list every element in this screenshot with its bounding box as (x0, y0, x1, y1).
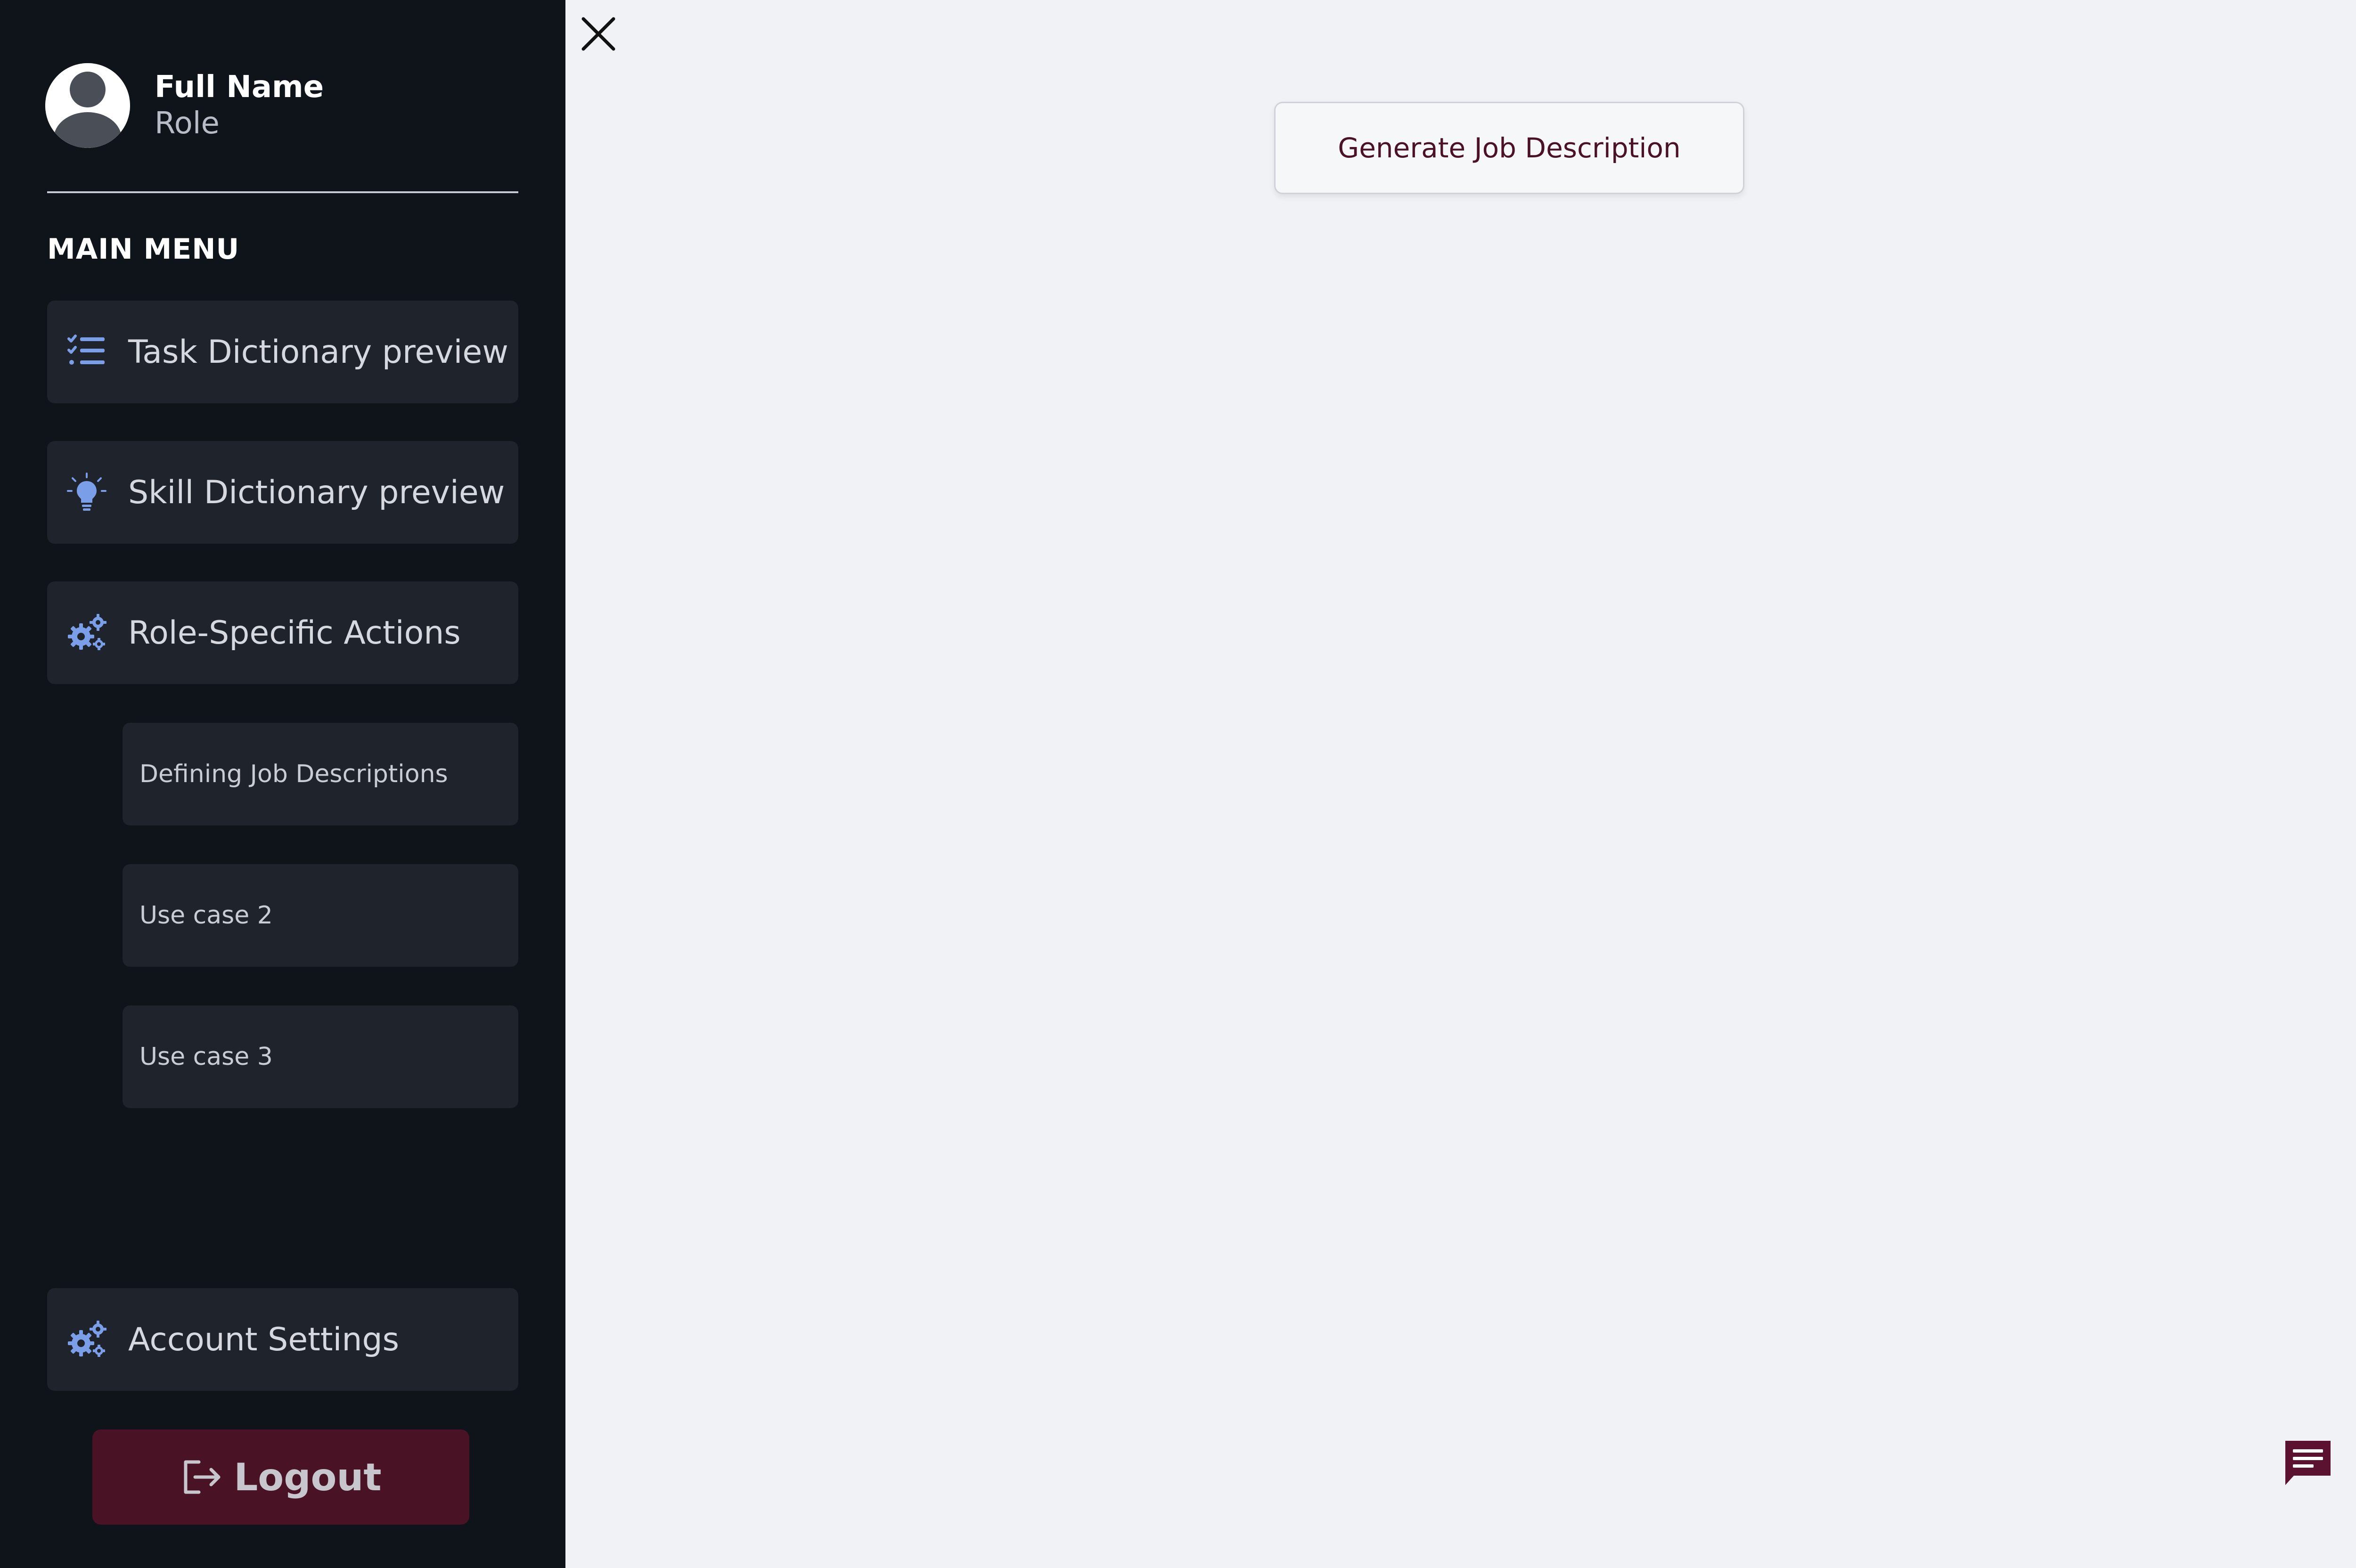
sub-item-label: Use case 3 (139, 1043, 273, 1071)
sub-item-use-case-2[interactable]: Use case 2 (123, 864, 518, 967)
sidebar-item-label: Account Settings (128, 1321, 400, 1358)
profile-text: Full Name Role (155, 69, 324, 142)
gears-icon (66, 612, 107, 653)
chat-icon (2285, 1441, 2331, 1485)
logout-button[interactable]: Logout (92, 1429, 469, 1525)
chat-button[interactable] (2282, 1438, 2333, 1489)
user-avatar-icon (45, 63, 130, 148)
sub-item-defining-job-descriptions[interactable]: Defining Job Descriptions (123, 723, 518, 825)
sidebar-item-label: Task Dictionary preview (128, 333, 508, 371)
sidebar-item-label: Skill Dictionary preview (128, 474, 505, 511)
gears-icon (66, 1319, 107, 1360)
user-profile: Full Name Role (45, 63, 324, 148)
close-icon (581, 17, 615, 51)
avatar (45, 63, 130, 148)
sub-item-use-case-3[interactable]: Use case 3 (123, 1005, 518, 1108)
sidebar-item-role-specific-actions[interactable]: Role-Specific Actions (47, 581, 518, 684)
app-root: Full Name Role MAIN MENU Task Dictionary… (0, 0, 2356, 1568)
close-sidebar-button[interactable] (579, 14, 618, 54)
logout-icon (180, 1455, 223, 1499)
sub-item-label: Use case 2 (139, 901, 273, 930)
profile-name: Full Name (155, 70, 324, 105)
lightbulb-icon (66, 472, 107, 513)
sidebar-item-task-dictionary[interactable]: Task Dictionary preview (47, 301, 518, 403)
sidebar-item-account-settings[interactable]: Account Settings (47, 1288, 518, 1391)
main-menu-heading: MAIN MENU (47, 233, 240, 266)
logout-label: Logout (234, 1455, 382, 1499)
task-list-icon (66, 331, 107, 373)
profile-role: Role (155, 106, 220, 141)
sidebar: Full Name Role MAIN MENU Task Dictionary… (0, 0, 565, 1568)
sidebar-item-label: Role-Specific Actions (128, 614, 461, 652)
generate-button-label: Generate Job Description (1338, 132, 1681, 164)
generate-job-description-button[interactable]: Generate Job Description (1274, 102, 1744, 194)
sub-item-label: Defining Job Descriptions (139, 760, 448, 788)
sidebar-divider (47, 191, 518, 193)
sidebar-item-skill-dictionary[interactable]: Skill Dictionary preview (47, 441, 518, 544)
